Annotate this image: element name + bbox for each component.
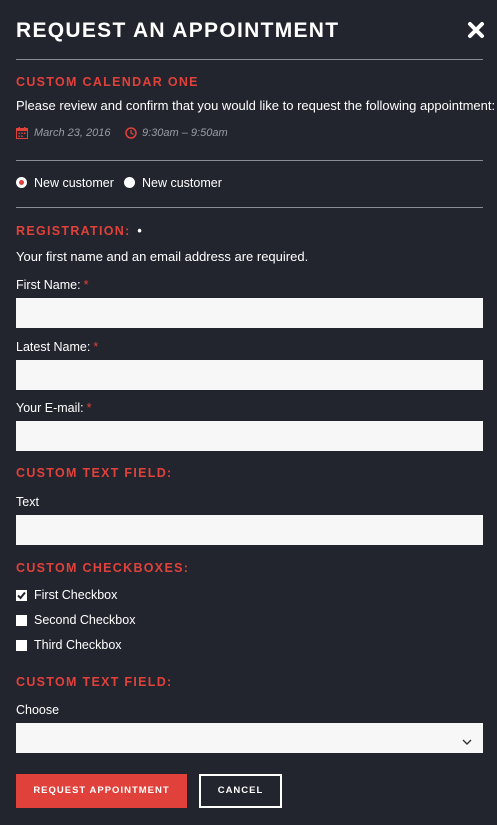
second-checkbox[interactable] xyxy=(16,615,27,626)
customer-type-label-2: New customer xyxy=(142,176,222,190)
registration-heading-text: REGISTRATION: xyxy=(16,224,131,238)
customer-type-label-1: New customer xyxy=(34,176,114,190)
calendar-icon xyxy=(16,126,28,139)
checkmark-icon xyxy=(17,591,26,600)
custom-checkboxes-heading: CUSTOM CHECKBOXES: xyxy=(16,561,190,575)
divider xyxy=(16,160,483,161)
divider xyxy=(16,59,483,60)
first-name-label-text: First Name: xyxy=(16,278,81,292)
appointment-modal: REQUEST AN APPOINTMENT CUSTOM CALENDAR O… xyxy=(0,0,497,825)
calendar-name: CUSTOM CALENDAR ONE xyxy=(16,75,199,89)
chevron-down-icon xyxy=(462,733,472,751)
custom-text-field-heading: CUSTOM TEXT FIELD: xyxy=(16,466,173,480)
choose-label: Choose xyxy=(16,703,60,717)
close-icon[interactable] xyxy=(466,20,486,40)
first-name-input[interactable] xyxy=(16,298,483,328)
choose-select[interactable] xyxy=(16,723,483,753)
registration-note: Your first name and an email address are… xyxy=(16,249,309,264)
instructions-text: Please review and confirm that you would… xyxy=(16,98,496,113)
customer-type-radio-2[interactable] xyxy=(124,177,135,188)
first-checkbox-label: First Checkbox xyxy=(34,588,118,602)
text-field-label: Text xyxy=(16,495,39,509)
divider xyxy=(16,207,483,208)
last-name-label-text: Latest Name: xyxy=(16,340,91,354)
third-checkbox-label: Third Checkbox xyxy=(34,638,122,652)
custom-text-input[interactable] xyxy=(16,515,483,545)
custom-select-heading: CUSTOM TEXT FIELD: xyxy=(16,675,173,689)
third-checkbox[interactable] xyxy=(16,640,27,651)
modal-title: REQUEST AN APPOINTMENT xyxy=(16,19,340,42)
first-name-label: First Name: * xyxy=(16,278,88,292)
first-checkbox[interactable] xyxy=(16,590,27,601)
cancel-button[interactable]: CANCEL xyxy=(199,774,282,808)
customer-type-radio-1[interactable] xyxy=(16,177,27,188)
last-name-input[interactable] xyxy=(16,360,483,390)
heading-marker: • xyxy=(137,224,144,238)
required-marker: * xyxy=(93,340,99,354)
clock-icon xyxy=(125,126,137,139)
required-marker: * xyxy=(86,401,92,415)
appointment-date: March 23, 2016 xyxy=(34,127,111,139)
appointment-time: 9:30am – 9:50am xyxy=(142,127,228,139)
email-input[interactable] xyxy=(16,421,483,451)
email-label-text: Your E-mail: xyxy=(16,401,84,415)
request-appointment-button[interactable]: REQUEST APPOINTMENT xyxy=(16,774,187,808)
required-marker: * xyxy=(83,278,89,292)
last-name-label: Latest Name: * xyxy=(16,340,98,354)
registration-heading: REGISTRATION: • xyxy=(16,224,143,238)
second-checkbox-label: Second Checkbox xyxy=(34,613,136,627)
email-label: Your E-mail: * xyxy=(16,401,92,415)
